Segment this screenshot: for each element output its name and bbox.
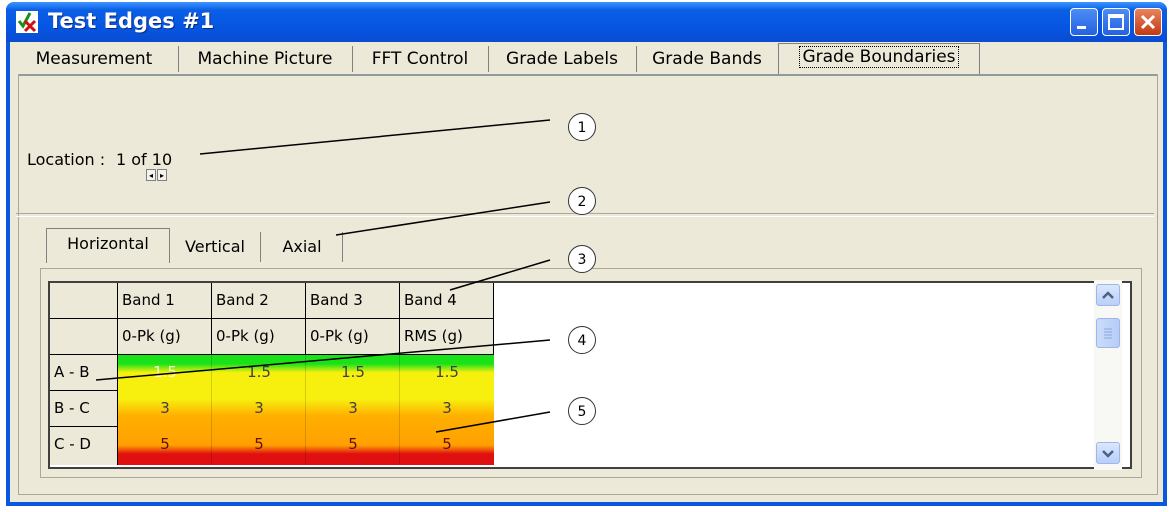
location-prev-button[interactable]: ◂ (146, 169, 156, 181)
close-icon (1140, 14, 1156, 30)
row-header-a-b[interactable]: A - B (50, 355, 118, 391)
column-divider (211, 355, 212, 465)
tab-label: FFT Control (371, 49, 469, 69)
location-next-button[interactable]: ▸ (157, 169, 167, 181)
tab-machine-picture[interactable]: Machine Picture (178, 46, 353, 72)
location-value: 1 of 10 (116, 150, 173, 169)
value-cell[interactable]: 3 (400, 391, 494, 427)
tab-label: Grade Boundaries (799, 46, 959, 68)
column-divider (305, 355, 306, 465)
pane-top-border (19, 74, 1157, 76)
main-tab-strip: Measurement Machine Picture FFT Control … (10, 42, 1163, 74)
check-x-icon (16, 11, 38, 33)
row-header-b-c[interactable]: B - C (50, 391, 118, 427)
tab-grade-labels[interactable]: Grade Labels (488, 46, 637, 72)
scroll-thumb[interactable] (1096, 318, 1120, 348)
value-cell[interactable]: 5 (400, 427, 494, 465)
tab-horizontal[interactable]: Horizontal (46, 228, 170, 263)
value-cell[interactable]: 5 (212, 427, 306, 465)
unit-header[interactable]: RMS (g) (400, 319, 494, 355)
tab-grade-bands[interactable]: Grade Bands (636, 46, 778, 72)
callout-marker: 1 (568, 113, 596, 141)
chevron-down-icon (1102, 450, 1114, 458)
value-cell[interactable]: 5 (118, 427, 212, 465)
tab-label: Grade Bands (652, 49, 762, 69)
grade-boundaries-grid[interactable]: Band 1 Band 2 Band 3 Band 4 0-Pk (g) 0-P… (48, 281, 1132, 469)
corner-cell (50, 283, 118, 319)
value-cell[interactable]: 1.5 (212, 355, 306, 391)
callout-marker: 5 (568, 397, 596, 425)
tab-grade-boundaries[interactable]: Grade Boundaries (778, 43, 980, 74)
callout-marker: 4 (568, 326, 596, 354)
close-button[interactable] (1134, 8, 1162, 36)
value-cell[interactable]: 3 (212, 391, 306, 427)
tab-label: Grade Labels (506, 49, 618, 69)
value-cell[interactable]: 5 (306, 427, 400, 465)
column-header[interactable]: Band 1 (118, 283, 212, 319)
tab-label: Machine Picture (197, 49, 333, 69)
subtab-label: Axial (282, 237, 322, 256)
column-header[interactable]: Band 4 (400, 283, 494, 319)
minimize-icon (1077, 26, 1086, 29)
column-divider (399, 355, 400, 465)
minimize-button[interactable] (1070, 8, 1098, 36)
maximize-button[interactable] (1102, 8, 1130, 36)
window-title: Test Edges #1 (48, 9, 215, 33)
value-cell[interactable]: 1.5 (118, 355, 212, 391)
scroll-up-button[interactable] (1096, 284, 1120, 306)
value-cell[interactable]: 3 (118, 391, 212, 427)
location-label: Location : (27, 150, 106, 169)
tab-fft-control[interactable]: FFT Control (352, 46, 489, 72)
subtab-label: Vertical (185, 237, 245, 256)
tab-vertical[interactable]: Vertical (170, 232, 261, 262)
unit-header[interactable]: 0-Pk (g) (118, 319, 212, 355)
grip-icon (1104, 328, 1112, 339)
unit-header[interactable]: 0-Pk (g) (212, 319, 306, 355)
value-cell[interactable]: 1.5 (306, 355, 400, 391)
value-cell[interactable]: 3 (306, 391, 400, 427)
corner-cell (50, 319, 118, 355)
unit-header[interactable]: 0-Pk (g) (306, 319, 400, 355)
column-header[interactable]: Band 2 (212, 283, 306, 319)
tab-axial[interactable]: Axial (262, 232, 343, 262)
column-header[interactable]: Band 3 (306, 283, 400, 319)
subtab-label: Horizontal (67, 234, 149, 253)
scroll-down-button[interactable] (1096, 442, 1120, 464)
value-cell[interactable]: 1.5 (400, 355, 494, 391)
chevron-up-icon (1102, 291, 1114, 299)
vertical-scrollbar[interactable] (1094, 280, 1122, 470)
callout-marker: 2 (568, 187, 596, 215)
title-bar[interactable]: Test Edges #1 (6, 2, 1167, 42)
callout-marker: 3 (568, 245, 596, 273)
maximize-icon (1108, 14, 1124, 30)
tab-measurement[interactable]: Measurement (10, 46, 179, 72)
row-header-c-d[interactable]: C - D (50, 427, 118, 465)
tab-label: Measurement (35, 49, 153, 69)
